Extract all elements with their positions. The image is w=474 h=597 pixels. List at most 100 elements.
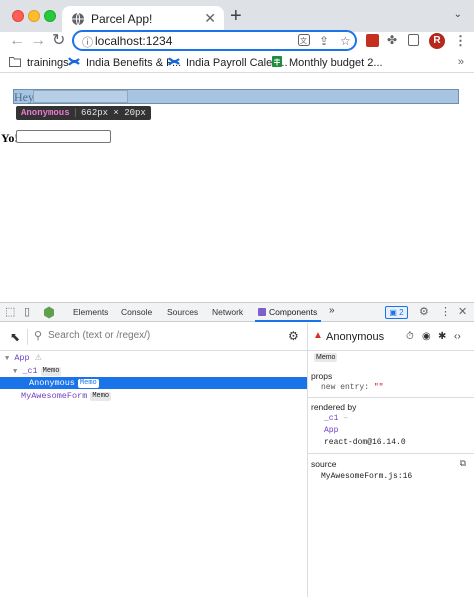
view-source-icon[interactable]: ‹›	[454, 331, 461, 342]
tab-title: Parcel App!	[91, 12, 153, 26]
component-inspector: ▲ Anonymous ⏱ ◉ ✱ ‹› Memo props new entr…	[308, 323, 474, 597]
rendered-by-react-dom: react-dom@16.14.0	[324, 438, 406, 447]
more-tabs-button[interactable]: »	[329, 305, 335, 316]
bookmark-label: India Benefits & P...	[86, 57, 182, 69]
bookmark-india-benefits[interactable]: India Benefits & P...	[68, 56, 181, 69]
translate-icon[interactable]: 文	[298, 34, 310, 49]
tab-network[interactable]: Network	[212, 307, 243, 317]
search-input[interactable]: Search (text or /regex/)	[48, 330, 150, 341]
tab-search-icon[interactable]: ⌄	[454, 9, 462, 20]
close-devtools-icon[interactable]: ✕	[458, 306, 467, 319]
bookmarks-bar: trainings India Benefits & P... India Pa…	[0, 53, 474, 73]
eye-icon[interactable]: ◉	[422, 331, 431, 342]
new-tab-button[interactable]: +	[230, 6, 242, 26]
select-element-icon[interactable]: ⬉	[10, 330, 20, 344]
stopwatch-icon[interactable]: ⏱	[406, 331, 414, 342]
source-section: source ⧉ MyAwesomeForm.js:16	[308, 455, 474, 487]
active-tab-indicator	[255, 320, 321, 322]
rendered-by-c1[interactable]: _c1 –	[324, 414, 348, 423]
share-icon[interactable]: ⇪	[319, 34, 329, 48]
memo-dash: –	[343, 414, 349, 423]
tab-strip: Parcel App! ✕ + ⌄	[0, 0, 474, 32]
prop-value[interactable]: ""	[374, 383, 384, 392]
expand-arrow-icon[interactable]: ▼	[5, 355, 9, 363]
reload-icon[interactable]: ↻	[52, 33, 65, 49]
bookmark-label: Monthly budget 2...	[289, 57, 383, 69]
tooltip-separator: |	[72, 108, 79, 118]
component-name: App	[14, 353, 30, 363]
devtools-panel: ⬚ ▯ Elements Console Sources Network Com…	[0, 302, 474, 597]
extension-red-icon[interactable]	[366, 34, 379, 47]
rendered-by-app[interactable]: App	[324, 426, 338, 435]
rendered-by-section: rendered by _c1 – App react-dom@16.14.0	[308, 399, 474, 454]
source-location[interactable]: MyAwesomeForm.js:16	[321, 472, 412, 481]
warning-triangle-icon: ▲	[313, 330, 323, 341]
minimize-window-button[interactable]	[28, 10, 40, 22]
info-icon[interactable]: ⓘ	[82, 34, 93, 50]
tree-row-anonymous[interactable]: Anonymous Memo	[0, 377, 307, 389]
tree-row-app[interactable]: ▼ App ⚠	[0, 352, 307, 364]
bookmarks-overflow-button[interactable]: »	[458, 56, 464, 68]
tree-row-c1[interactable]: ▼ _c1 Memo	[0, 365, 307, 377]
inspect-element-icon[interactable]: ⬚	[5, 306, 15, 319]
globe-icon	[72, 12, 84, 26]
tab-console[interactable]: Console	[121, 307, 152, 317]
node-hexagon-icon[interactable]	[43, 306, 55, 319]
devtools-tabbar: ⬚ ▯ Elements Console Sources Network Com…	[0, 303, 474, 322]
bookmark-star-icon[interactable]: ☆	[340, 34, 351, 48]
warning-icon: ⚠	[34, 354, 42, 363]
hey-label: Hey	[14, 90, 34, 104]
memo-badge: Memo	[314, 353, 338, 362]
react-components-icon	[258, 308, 266, 316]
confluence-icon	[168, 57, 180, 66]
source-label: source	[311, 459, 337, 469]
memo-badge: Memo	[40, 367, 62, 376]
tab-sources[interactable]: Sources	[167, 307, 198, 317]
address-bar[interactable]: ⓘ localhost:1234 文 ⇪ ☆	[72, 30, 357, 51]
components-settings-icon[interactable]: ⚙	[288, 329, 299, 343]
bookmark-trainings[interactable]: trainings	[9, 56, 69, 69]
prop-key: new entry:	[321, 383, 370, 392]
tab-elements[interactable]: Elements	[73, 307, 108, 317]
profile-avatar[interactable]: R	[429, 33, 445, 49]
tab-close-icon[interactable]: ✕	[204, 10, 216, 26]
browser-tab[interactable]: Parcel App! ✕	[62, 6, 224, 32]
tab-components[interactable]: Components	[258, 307, 317, 317]
components-search-bar: ⬉ ⚲ Search (text or /regex/) ⚙	[0, 323, 307, 351]
devtools-menu-icon[interactable]: ⋮	[440, 306, 451, 319]
folder-icon	[9, 57, 21, 67]
forward-arrow-icon[interactable]: →	[30, 33, 46, 49]
maximize-window-button[interactable]	[44, 10, 56, 22]
bookmark-label: trainings	[27, 57, 69, 69]
menu-kebab-icon[interactable]: ⋮	[454, 33, 467, 49]
inspector-title: Anonymous	[326, 331, 385, 343]
device-toolbar-icon[interactable]: ▯	[24, 306, 30, 319]
sheets-icon	[272, 56, 282, 67]
component-name: Anonymous	[29, 378, 75, 388]
rendered-by-label: rendered by	[311, 402, 357, 412]
sidepanel-icon[interactable]	[408, 34, 419, 46]
hey-input[interactable]	[33, 90, 128, 103]
expand-arrow-icon[interactable]: ▼	[13, 368, 17, 376]
yo-input[interactable]	[16, 130, 111, 143]
component-name: MyAwesomeForm	[21, 391, 88, 401]
close-window-button[interactable]	[12, 10, 24, 22]
bookmark-monthly-budget[interactable]: Monthly budget 2...	[271, 56, 383, 69]
settings-gear-icon[interactable]: ⚙	[419, 306, 429, 319]
bookmark-india-payroll[interactable]: India Payroll Calen...	[168, 56, 288, 69]
bug-icon[interactable]: ✱	[438, 331, 446, 342]
svg-text:文: 文	[300, 36, 307, 45]
back-arrow-icon[interactable]: ←	[9, 33, 25, 49]
tooltip-component-name: Anonymous	[21, 108, 70, 118]
tab-components-label: Components	[269, 307, 318, 317]
props-section: props new entry: ""	[308, 368, 474, 398]
issues-count: 2	[399, 308, 404, 317]
page-content: Hey Anonymous | 662px × 20px Yo!	[0, 74, 474, 302]
issues-badge[interactable]: ▣ 2	[385, 306, 408, 319]
url-text[interactable]: localhost:1234	[95, 34, 172, 48]
copy-source-icon[interactable]: ⧉	[460, 458, 466, 469]
tree-row-myawesomeform[interactable]: MyAwesomeForm Memo	[0, 390, 307, 402]
confluence-icon	[68, 57, 80, 66]
puzzle-icon[interactable]: ✤	[387, 34, 400, 47]
prop-entry[interactable]: new entry: ""	[321, 383, 383, 392]
